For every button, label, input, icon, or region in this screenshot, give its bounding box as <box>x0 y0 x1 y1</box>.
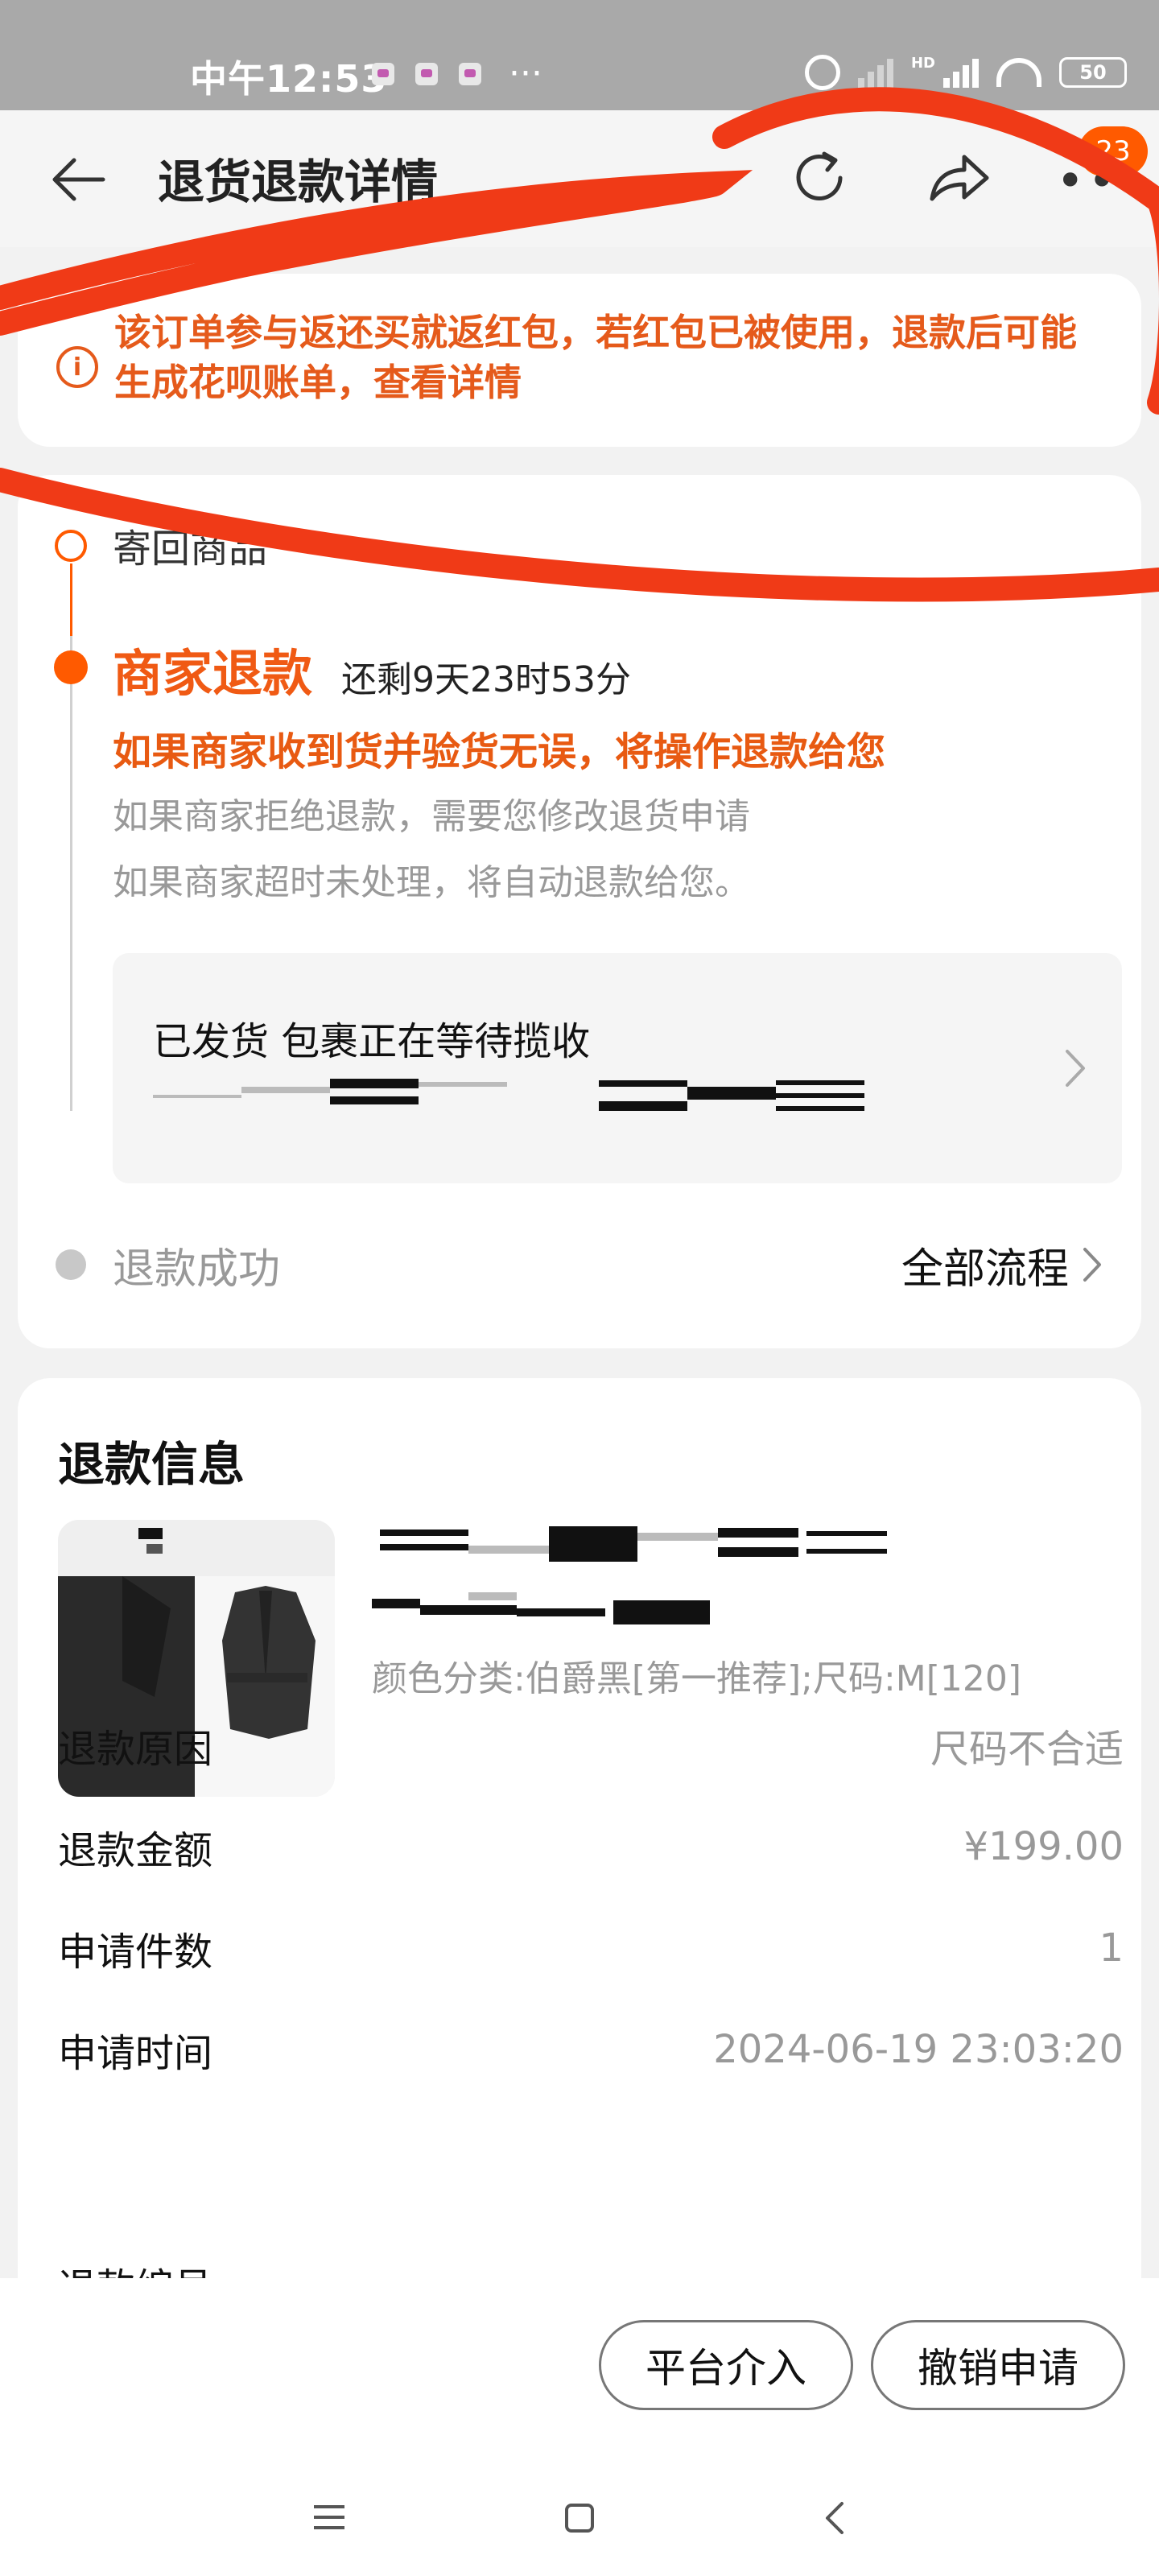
refund-reason-label: 退款原因 <box>58 1727 213 1772</box>
more-notifications-icon: ··· <box>509 53 542 94</box>
step-description-timeout: 如果商家超时未处理，将自动退款给您。 <box>113 862 750 903</box>
shipping-status-box[interactable]: 已发货 包裹正在等待揽收 <box>113 953 1122 1183</box>
refresh-icon[interactable] <box>787 146 852 210</box>
step-description-highlight: 如果商家收到货并验货无误，将操作退款给您 <box>113 729 886 774</box>
step-pending-dot <box>56 1249 86 1280</box>
notice-text: 该订单参与返还买就返红包，若红包已被使用，退款后可能生成花呗账单，查看详情 <box>114 311 1077 404</box>
wifi-icon <box>996 58 1041 87</box>
apply-time-row: 申请时间 2024-06-19 23:03:20 <box>58 2017 1124 2082</box>
mail-notification-icon <box>459 63 481 85</box>
step-return-goods: 寄回商品 <box>113 526 268 572</box>
refund-reason-row: 退款原因 尺码不合适 <box>58 1713 1124 1777</box>
home-icon[interactable] <box>565 2504 594 2533</box>
recent-apps-icon[interactable] <box>314 2505 344 2529</box>
share-icon[interactable] <box>924 146 993 210</box>
status-right: HD 50 <box>804 55 1127 90</box>
system-back-icon[interactable] <box>823 2500 847 2536</box>
refund-reason-value: 尺码不合适 <box>930 1727 1124 1772</box>
section-title: 退款信息 <box>58 1437 245 1492</box>
camera-notification-icon <box>415 63 438 85</box>
notice-card[interactable]: i 该订单参与返还买就返红包，若红包已被使用，退款后可能生成花呗账单，查看详情 <box>18 274 1141 447</box>
alarm-icon <box>804 55 840 90</box>
refund-amount-row: 退款金额 ¥199.00 <box>58 1814 1124 1879</box>
status-bar: 中午12:53 ··· HD 50 <box>0 0 1159 110</box>
quantity-value: 1 <box>1099 1926 1124 1971</box>
cancel-request-button[interactable]: 撤销申请 <box>871 2320 1125 2410</box>
product-sku: 颜色分类:伯爵黑[第一推荐];尺码:M[120] <box>372 1658 1022 1699</box>
redacted-tracking-number <box>153 1079 864 1114</box>
signal-icon-2 <box>943 57 979 88</box>
notification-icons: ··· <box>372 53 542 94</box>
status-time: 中午12:53 <box>190 57 388 101</box>
bottom-action-bar: 平台介入 撤销申请 <box>0 2278 1159 2455</box>
apply-time-value: 2024-06-19 23:03:20 <box>713 2027 1124 2072</box>
step-description-reject: 如果商家拒绝退款，需要您修改退货申请 <box>113 796 750 837</box>
refund-amount-value: ¥199.00 <box>963 1824 1124 1869</box>
step-refund-success: 退款成功 <box>113 1245 281 1294</box>
refund-progress-card: 寄回商品 商家退款 还剩9天23时53分 如果商家收到货并验货无误，将操作退款给… <box>18 475 1141 1348</box>
app-notification-icon <box>372 63 394 85</box>
info-icon: i <box>56 346 98 388</box>
hd-label: HD <box>910 55 935 72</box>
header: 退货退款详情 ••• 23 <box>0 110 1159 247</box>
system-navigation-bar <box>0 2455 1159 2576</box>
page-title: 退货退款详情 <box>158 155 439 209</box>
back-arrow-icon[interactable] <box>50 155 106 204</box>
apply-time-label: 申请时间 <box>58 2031 213 2076</box>
battery-icon: 50 <box>1059 57 1127 88</box>
redacted-product-name[interactable] <box>372 1525 1096 1629</box>
quantity-row: 申请件数 1 <box>58 1916 1124 1980</box>
step-current-dot <box>54 650 88 684</box>
message-count-badge: 23 <box>1079 126 1148 176</box>
step-done-dot <box>55 530 87 562</box>
shipping-status: 已发货 包裹正在等待揽收 <box>153 1019 591 1064</box>
quantity-label: 申请件数 <box>58 1930 213 1975</box>
countdown: 还剩9天23时53分 <box>341 659 631 700</box>
refund-info-card: 退款信息 颜色分类:伯爵黑[第一推荐];尺码:M[120] 退款原因 尺码不合适… <box>18 1378 1141 2344</box>
all-process-link[interactable]: 全部流程 <box>901 1235 1069 1295</box>
chevron-right-icon <box>1066 1050 1085 1087</box>
platform-intervene-button[interactable]: 平台介入 <box>599 2320 853 2410</box>
signal-icon-1 <box>857 57 893 88</box>
step-merchant-refund: 商家退款 <box>113 644 313 703</box>
refund-amount-label: 退款金额 <box>58 1828 213 1873</box>
timeline-line-active <box>70 564 72 636</box>
chevron-right-icon[interactable] <box>1082 1246 1103 1283</box>
